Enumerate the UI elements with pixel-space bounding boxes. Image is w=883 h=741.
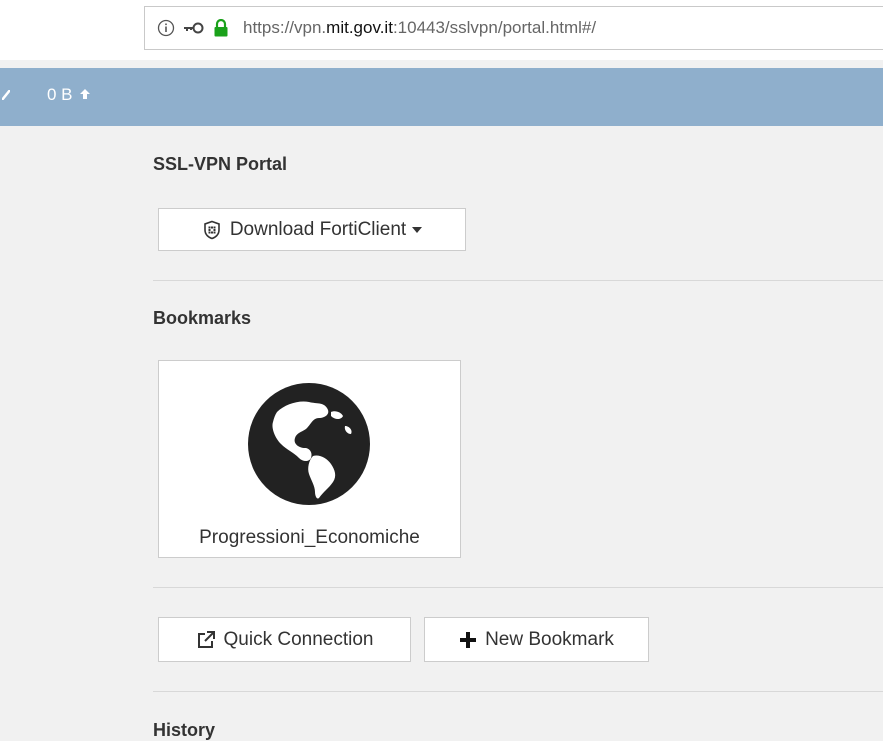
globe-icon (248, 383, 370, 505)
portal-title: SSL-VPN Portal (153, 154, 288, 174)
quick-connection-button[interactable]: Quick Connection (158, 617, 411, 662)
address-bar[interactable]: https://vpn.mit.gov.it:10443/sslvpn/port… (144, 6, 883, 50)
bookmark-label: Progressioni_Economiche (199, 527, 420, 548)
chevron-icon[interactable] (1, 88, 11, 103)
divider (153, 691, 883, 692)
divider (153, 280, 883, 281)
url-text[interactable]: https://vpn.mit.gov.it:10443/sslvpn/port… (243, 18, 596, 38)
portal-header-bar: 0 B (0, 68, 883, 126)
padlock-icon[interactable] (213, 19, 229, 37)
arrow-up-icon (79, 87, 91, 104)
download-forticlient-button[interactable]: Download FortiClient (158, 208, 466, 251)
traffic-indicator: 0 B (47, 85, 91, 105)
external-link-icon (197, 630, 215, 648)
plus-icon (460, 631, 477, 648)
bookmark-card[interactable]: Progressioni_Economiche (158, 360, 461, 558)
new-bookmark-button[interactable]: New Bookmark (424, 617, 649, 662)
history-title: History (153, 720, 216, 740)
caret-down-icon (412, 226, 423, 233)
url-host: mit.gov.it (326, 18, 393, 37)
download-label: Download FortiClient (229, 218, 407, 240)
browser-chrome: https://vpn.mit.gov.it:10443/sslvpn/port… (0, 0, 883, 60)
shield-icon (204, 220, 220, 239)
traffic-value: 0 B (47, 85, 73, 104)
key-icon[interactable] (183, 21, 205, 35)
bookmarks-title: Bookmarks (153, 308, 252, 328)
new-bookmark-label: New Bookmark (485, 628, 614, 650)
quick-connection-label: Quick Connection (223, 628, 374, 650)
divider (153, 587, 883, 588)
info-icon[interactable] (157, 19, 175, 37)
